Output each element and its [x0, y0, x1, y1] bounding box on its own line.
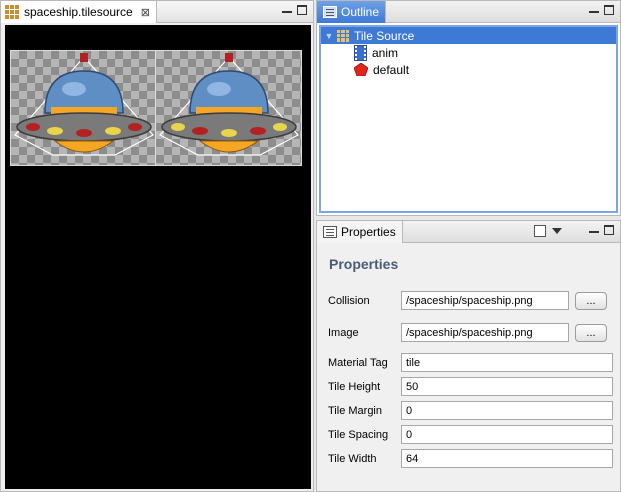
tile-margin-row: Tile Margin 0 [328, 401, 613, 420]
collision-label: Collision [328, 294, 370, 307]
properties-tab-bar: Properties [317, 221, 620, 243]
tile-spacing-field[interactable]: 0 [401, 425, 613, 444]
tile-height-field[interactable]: 50 [401, 377, 613, 396]
tile-height-row: Tile Height 50 [328, 377, 613, 396]
tilesource-grid-icon [337, 29, 349, 42]
maximize-icon[interactable] [297, 5, 307, 15]
tree-item-default[interactable]: default [321, 61, 616, 78]
tile-spacing-label: Tile Spacing [328, 428, 389, 441]
outline-tab-bar: Outline [317, 1, 620, 23]
spaceship-sprite [159, 53, 299, 156]
tile-2[interactable] [156, 51, 301, 165]
editor-window-controls [282, 5, 307, 15]
tilesource-editor: spaceship.tilesource ⊠ [0, 0, 314, 492]
minimize-icon[interactable] [589, 231, 599, 233]
properties-toolbar [534, 225, 562, 237]
tree-item-anim[interactable]: anim [321, 44, 616, 61]
tile-1[interactable] [11, 51, 156, 165]
collision-field[interactable]: /spaceship/spaceship.png [401, 291, 569, 310]
pin-icon[interactable] [534, 225, 546, 237]
properties-view: Properties Properties Collision /spacesh… [316, 220, 621, 492]
image-row: Image /spaceship/spaceship.png ... [328, 323, 607, 342]
expand-arrow-icon[interactable]: ▼ [323, 31, 335, 41]
image-field[interactable]: /spaceship/spaceship.png [401, 323, 569, 342]
properties-window-controls [589, 225, 614, 235]
material-tag-row: Material Tag tile [328, 353, 613, 372]
close-icon[interactable]: ⊠ [141, 6, 150, 19]
tilesource-grid-icon [5, 5, 19, 19]
tile-height-label: Tile Height [328, 380, 381, 393]
tab-outline[interactable]: Outline [317, 1, 387, 23]
ide-window: spaceship.tilesource ⊠ Outline ▼ Tile So… [0, 0, 621, 492]
outline-view: Outline ▼ Tile Source anim default [316, 0, 621, 216]
properties-tab-label: Properties [341, 225, 396, 239]
minimize-icon[interactable] [282, 11, 292, 13]
editor-tab[interactable]: spaceship.tilesource ⊠ [1, 1, 157, 23]
spaceship-sprite [14, 53, 154, 156]
tab-properties[interactable]: Properties [317, 221, 403, 243]
tree-item-label: default [373, 62, 410, 77]
material-tag-label: Material Tag [328, 356, 388, 369]
maximize-icon[interactable] [604, 225, 614, 235]
tree-item-tile-source[interactable]: ▼ Tile Source [321, 27, 616, 44]
tree-item-label: Tile Source [354, 28, 415, 43]
tile-canvas[interactable] [5, 25, 311, 489]
tile-spacing-row: Tile Spacing 0 [328, 425, 613, 444]
image-label: Image [328, 326, 359, 339]
view-menu-icon[interactable] [552, 228, 562, 234]
editor-tab-bar: spaceship.tilesource ⊠ [1, 1, 313, 23]
collision-group-pentagon-icon [354, 63, 368, 76]
properties-title: Properties [329, 256, 399, 272]
tile-strip [10, 50, 302, 166]
collision-browse-button[interactable]: ... [575, 291, 607, 310]
animation-film-icon [354, 44, 367, 61]
properties-table-icon [323, 226, 337, 238]
tree-item-label: anim [372, 45, 399, 60]
tile-width-label: Tile Width [328, 452, 377, 465]
collision-row: Collision /spaceship/spaceship.png ... [328, 291, 607, 310]
material-tag-field[interactable]: tile [401, 353, 613, 372]
image-browse-button[interactable]: ... [575, 323, 607, 342]
outline-window-controls [589, 5, 614, 15]
tile-margin-field[interactable]: 0 [401, 401, 613, 420]
outline-icon [323, 6, 337, 18]
maximize-icon[interactable] [604, 5, 614, 15]
tile-width-row: Tile Width 64 [328, 449, 613, 468]
outline-tab-label: Outline [341, 5, 380, 19]
tile-margin-label: Tile Margin [328, 404, 382, 417]
tile-width-field[interactable]: 64 [401, 449, 613, 468]
outline-tree: ▼ Tile Source anim default [319, 25, 618, 213]
editor-tab-label: spaceship.tilesource [24, 5, 133, 19]
minimize-icon[interactable] [589, 11, 599, 13]
